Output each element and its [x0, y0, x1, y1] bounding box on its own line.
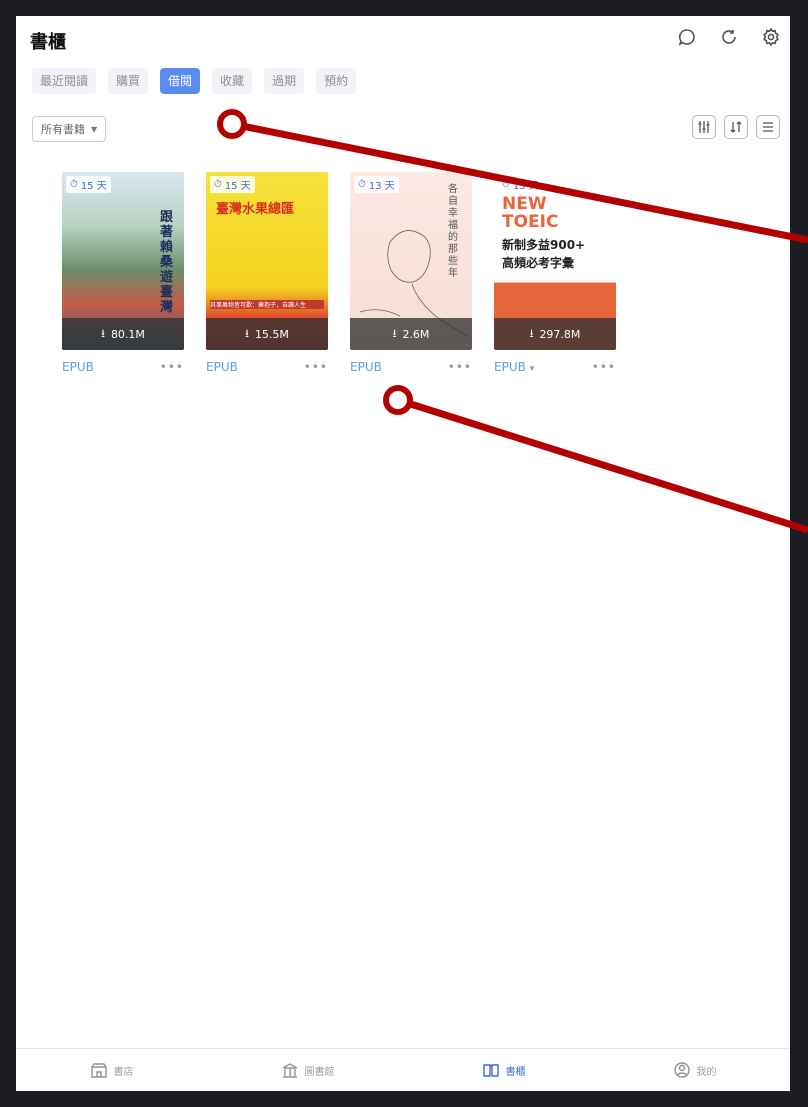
app-window: 書櫃 最近閱讀 購買 借閱 收藏 過期 預約 所有書籍 ▼ 跟著賴桑遊臺灣 ⏱ … — [16, 16, 790, 1091]
filter-label: 所有書籍 — [41, 123, 85, 136]
clock-icon: ⏱ — [214, 179, 222, 190]
nav-item-store[interactable]: 書店 — [90, 1061, 134, 1079]
cover-subtitle: 其事萬物皆可歡：擁抱子，自讀人生 — [210, 300, 324, 309]
view-toolbar — [692, 115, 780, 139]
loan-days-badge: ⏱ 15 天 — [210, 176, 255, 193]
nav-item-library[interactable]: 圖書館 — [281, 1061, 335, 1079]
cover-title-line2: TOEIC — [502, 212, 559, 232]
format-label[interactable]: EPUB ▾ — [494, 360, 534, 374]
book-filter-dropdown[interactable]: 所有書籍 ▼ — [32, 116, 107, 142]
settings-icon[interactable] — [760, 26, 782, 48]
sort-icon[interactable] — [724, 115, 748, 139]
book-icon — [482, 1064, 499, 1077]
book-cover[interactable]: 各自幸福的那些年 ⏱ 13 天 ⭳ 2.6M — [350, 172, 472, 350]
loan-days-badge: ⏱ 15 天 — [498, 176, 543, 193]
more-options-icon[interactable]: ••• — [304, 360, 328, 374]
format-label[interactable]: EPUB — [206, 360, 238, 374]
list-view-icon[interactable] — [756, 115, 780, 139]
filter-sliders-icon[interactable] — [692, 115, 716, 139]
tab-purchased[interactable]: 購買 — [108, 68, 149, 94]
tab-recent[interactable]: 最近閱讀 — [32, 68, 97, 94]
download-bar[interactable]: ⭳ 80.1M — [62, 318, 184, 350]
nav-item-profile[interactable]: 我的 — [673, 1061, 717, 1079]
book-cover[interactable]: 臺灣水果總匯 其事萬物皆可歡：擁抱子，自讀人生 ⏱ 15 天 ⭳ 15.5M — [206, 172, 328, 350]
cover-title: 跟著賴桑遊臺灣 — [160, 210, 174, 315]
file-size: 80.1M — [110, 327, 145, 341]
download-icon: ⭳ — [245, 326, 249, 340]
store-icon — [90, 1063, 107, 1078]
file-size: 15.5M — [254, 327, 289, 341]
book-cover[interactable]: 跟著賴桑遊臺灣 ⏱ 15 天 ⭳ 80.1M — [62, 172, 184, 350]
book-card[interactable]: 跟著賴桑遊臺灣 ⏱ 15 天 ⭳ 80.1M EPUB ••• — [62, 172, 184, 374]
format-label[interactable]: EPUB — [62, 360, 94, 374]
bottom-navigation: 書店 圖書館 書櫃 我的 — [16, 1048, 790, 1091]
download-icon: ⭳ — [529, 326, 534, 340]
file-size: 297.8M — [539, 327, 581, 341]
clock-icon: ⏱ — [70, 179, 78, 190]
nav-item-bookshelf[interactable]: 書櫃 — [482, 1061, 526, 1079]
profile-icon — [673, 1062, 690, 1078]
clock-icon: ⏱ — [358, 179, 366, 190]
more-options-icon[interactable]: ••• — [448, 360, 472, 374]
cover-title-line1: NEW — [502, 194, 547, 214]
chat-icon[interactable] — [676, 26, 698, 48]
tab-favorites[interactable]: 收藏 — [212, 68, 253, 94]
refresh-icon[interactable] — [718, 26, 740, 48]
book-card[interactable]: NEW TOEIC 新制多益900+ 高頻必考字彙 ⏱ 15 天 ⭳ 297.8… — [494, 172, 616, 374]
book-card[interactable]: 臺灣水果總匯 其事萬物皆可歡：擁抱子，自讀人生 ⏱ 15 天 ⭳ 15.5M E… — [206, 172, 328, 374]
book-card[interactable]: 各自幸福的那些年 ⏱ 13 天 ⭳ 2.6M EPUB ••• — [350, 172, 472, 374]
cover-title-line4: 高頻必考字彙 — [502, 256, 575, 270]
download-bar[interactable]: ⭳ 297.8M — [494, 318, 616, 350]
loan-days-badge: ⏱ 15 天 — [66, 176, 111, 193]
cover-title: 臺灣水果總匯 — [216, 202, 295, 217]
library-icon — [282, 1063, 297, 1078]
book-cover[interactable]: NEW TOEIC 新制多益900+ 高頻必考字彙 ⏱ 15 天 ⭳ 297.8… — [494, 172, 616, 350]
tab-borrowed[interactable]: 借閱 — [160, 68, 201, 94]
file-size: 2.6M — [402, 327, 430, 341]
download-bar[interactable]: ⭳ 15.5M — [206, 318, 328, 350]
download-bar[interactable]: ⭳ 2.6M — [350, 318, 472, 350]
loan-days-badge: ⏱ 13 天 — [354, 176, 399, 193]
more-options-icon[interactable]: ••• — [160, 360, 184, 374]
tab-reserved[interactable]: 預約 — [316, 68, 357, 94]
page-title: 書櫃 — [30, 32, 66, 53]
tab-expired[interactable]: 過期 — [264, 68, 305, 94]
more-options-icon[interactable]: ••• — [592, 360, 616, 374]
format-label[interactable]: EPUB — [350, 360, 382, 374]
tab-bar: 最近閱讀 購買 借閱 收藏 過期 預約 — [32, 68, 357, 94]
header-actions — [676, 26, 782, 48]
chevron-down-icon: ▾ — [529, 364, 535, 374]
download-icon: ⭳ — [101, 326, 105, 340]
chevron-down-icon: ▼ — [91, 124, 98, 134]
clock-icon: ⏱ — [502, 179, 510, 190]
download-icon: ⭳ — [392, 326, 397, 340]
cover-title-line3: 新制多益900+ — [502, 238, 586, 252]
